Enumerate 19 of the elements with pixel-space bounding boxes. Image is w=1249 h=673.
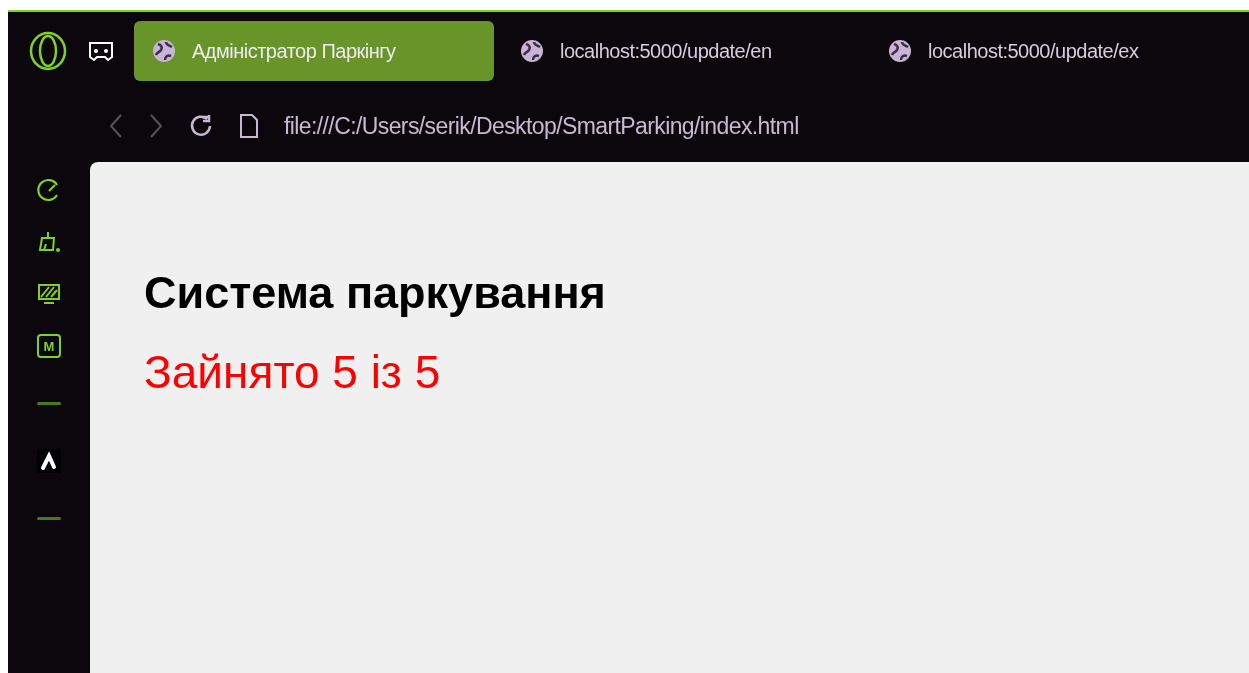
wallpaper-icon[interactable] — [37, 282, 61, 306]
occupancy-status: Зайнято 5 із 5 — [144, 349, 442, 395]
app-icon[interactable] — [37, 449, 61, 473]
speedometer-icon[interactable] — [37, 178, 61, 202]
back-icon[interactable] — [108, 113, 124, 139]
reload-icon[interactable] — [188, 113, 214, 139]
globe-icon — [152, 39, 176, 63]
forward-icon[interactable] — [148, 113, 164, 139]
browser-logo-icon[interactable] — [28, 31, 68, 71]
gamepad-icon[interactable] — [88, 40, 114, 62]
globe-icon — [888, 39, 912, 63]
chip-icon[interactable]: M — [37, 334, 61, 358]
globe-icon — [520, 39, 544, 63]
browser-tab[interactable]: localhost:5000/update/en — [502, 21, 862, 81]
address-field[interactable]: file:///C:/Users/serik/Desktop/SmartParking/index.html — [284, 108, 799, 144]
browser-tab[interactable]: localhost:5000/update/ex — [870, 21, 1230, 81]
page-heading: Система паркування — [144, 270, 607, 315]
page-icon — [238, 113, 260, 139]
broom-icon[interactable] — [37, 230, 61, 254]
